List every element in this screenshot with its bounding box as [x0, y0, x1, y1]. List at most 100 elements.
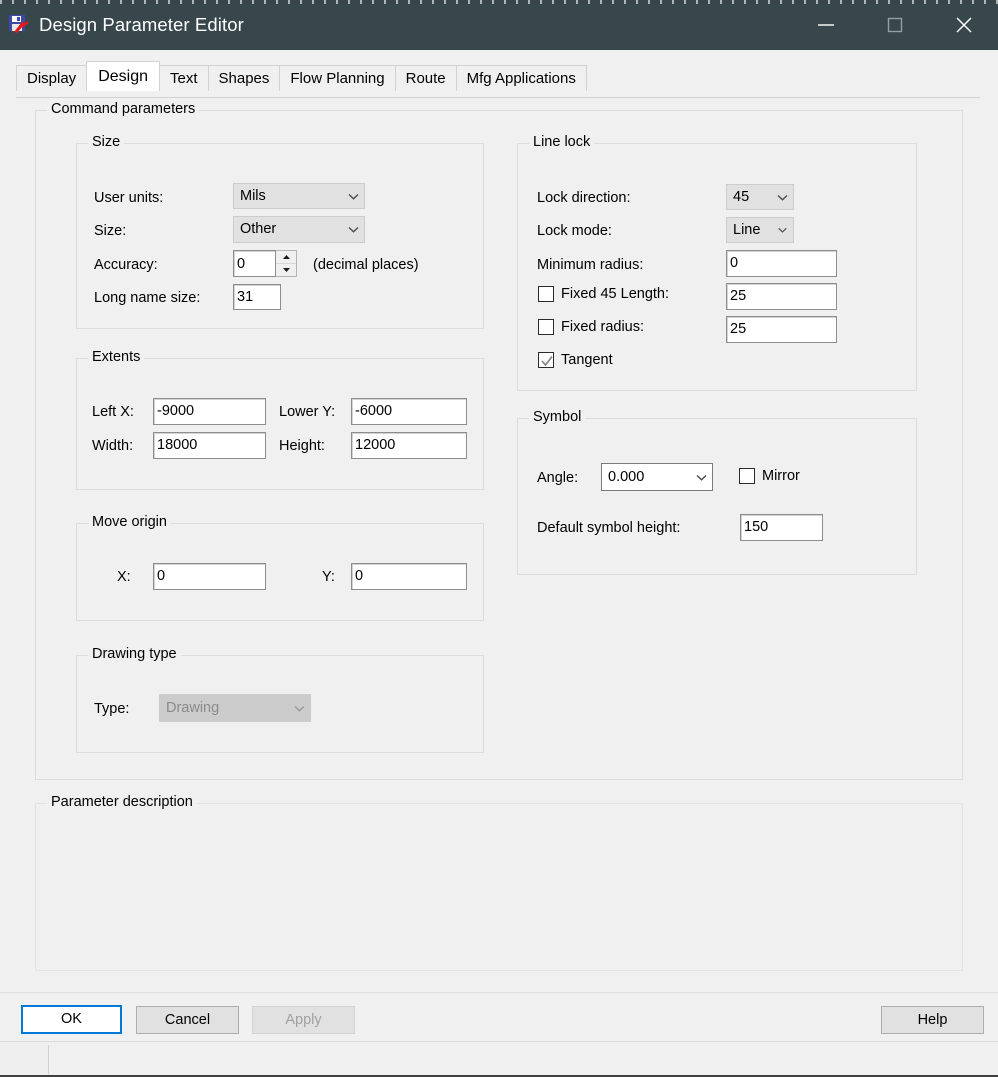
accuracy-input[interactable]: 0	[233, 250, 276, 277]
width-value: 18000	[157, 437, 198, 454]
lock-direction-combo[interactable]: 45	[726, 184, 794, 210]
user-units-combo[interactable]: Mils	[233, 183, 365, 209]
lock-mode-combo[interactable]: Line	[726, 217, 794, 243]
status-bar-panel	[49, 1043, 998, 1076]
size-value: Other	[240, 221, 277, 238]
titlebar-texture	[0, 0, 998, 4]
left-x-input[interactable]: -9000	[153, 398, 266, 425]
fixed-45-length-label: Fixed 45 Length:	[561, 285, 670, 302]
parameter-description-group: Parameter description	[35, 795, 963, 971]
symbol-group: Symbol	[517, 410, 917, 575]
user-units-value: Mils	[240, 187, 266, 204]
fixed-radius-input[interactable]: 25	[726, 316, 837, 343]
cancel-button-label: Cancel	[164, 1011, 211, 1028]
long-name-size-label: Long name size:	[94, 290, 201, 306]
tangent-checkbox[interactable]	[538, 352, 554, 368]
move-origin-y-input[interactable]: 0	[351, 563, 467, 590]
size-combo[interactable]: Other	[233, 216, 365, 243]
status-bar	[0, 1041, 998, 1077]
fixed-radius-value: 25	[730, 321, 747, 338]
long-name-size-value: 31	[237, 288, 254, 305]
left-x-label: Left X:	[92, 404, 134, 420]
fixed-radius-checkbox-row[interactable]: Fixed radius:	[538, 319, 644, 335]
parameter-description-legend: Parameter description	[47, 795, 197, 810]
height-value: 12000	[355, 437, 396, 454]
tab-route[interactable]: Route	[394, 65, 457, 91]
tab-design[interactable]: Design	[86, 61, 160, 91]
accuracy-value: 0	[237, 255, 246, 272]
line-lock-legend: Line lock	[529, 135, 595, 150]
lock-direction-label: Lock direction:	[537, 190, 631, 206]
move-origin-legend: Move origin	[88, 515, 171, 530]
fixed-45-length-value: 25	[730, 288, 747, 305]
apply-button-label: Apply	[285, 1011, 322, 1028]
tangent-checkbox-row[interactable]: Tangent	[538, 352, 613, 368]
spinner-down-icon[interactable]	[276, 264, 296, 277]
fixed-45-length-input[interactable]: 25	[726, 283, 837, 310]
help-button[interactable]: Help	[881, 1006, 984, 1034]
tab-mfg-applications-label: Mfg Applications	[466, 70, 576, 87]
drawing-type-combo: Drawing	[159, 694, 311, 722]
extents-legend: Extents	[88, 350, 145, 365]
drawing-type-label: Type:	[94, 701, 130, 717]
tab-design-label: Design	[98, 67, 148, 85]
symbol-legend: Symbol	[529, 410, 586, 425]
symbol-angle-combo[interactable]: 0.000	[601, 463, 713, 491]
default-symbol-height-input[interactable]: 150	[740, 514, 823, 541]
floppy-disk-icon	[8, 14, 30, 36]
size-label: Size:	[94, 223, 127, 239]
chevron-down-icon	[342, 192, 364, 201]
tangent-label: Tangent	[561, 351, 613, 368]
long-name-size-input[interactable]: 31	[233, 284, 281, 310]
command-parameters-legend: Command parameters	[47, 102, 200, 117]
chevron-down-icon	[771, 193, 793, 202]
fixed-45-length-checkbox[interactable]	[538, 286, 554, 302]
move-origin-x-label: X:	[117, 569, 131, 585]
maximize-button[interactable]	[860, 0, 929, 50]
checkmark-icon	[541, 355, 553, 367]
tab-underline	[16, 97, 980, 98]
status-bar-divider	[48, 1045, 49, 1074]
chevron-down-icon	[342, 225, 364, 234]
window-controls	[791, 0, 998, 50]
height-input[interactable]: 12000	[351, 432, 467, 459]
tab-text-label: Text	[170, 70, 198, 87]
close-button[interactable]	[929, 0, 998, 50]
tab-mfg-applications[interactable]: Mfg Applications	[455, 65, 587, 91]
fixed-45-length-checkbox-row[interactable]: Fixed 45 Length:	[538, 286, 669, 302]
footer-divider	[0, 992, 998, 993]
tab-flow-planning[interactable]: Flow Planning	[279, 65, 396, 91]
tab-text[interactable]: Text	[159, 65, 209, 91]
minimum-radius-input[interactable]: 0	[726, 250, 837, 277]
spinner-up-icon[interactable]	[276, 251, 296, 264]
width-input[interactable]: 18000	[153, 432, 266, 459]
accuracy-stepper[interactable]: 0	[233, 250, 297, 277]
tab-shapes-label: Shapes	[218, 70, 270, 87]
user-units-label: User units:	[94, 190, 164, 206]
fixed-radius-checkbox[interactable]	[538, 319, 554, 335]
move-origin-x-value: 0	[157, 568, 166, 585]
mirror-label: Mirror	[762, 467, 800, 484]
mirror-checkbox[interactable]	[739, 468, 755, 484]
accuracy-label: Accuracy:	[94, 257, 158, 273]
default-symbol-height-value: 150	[744, 519, 769, 536]
tab-display-label: Display	[27, 70, 77, 87]
title-bar: Design Parameter Editor	[0, 0, 998, 50]
accuracy-spin-buttons[interactable]	[276, 250, 297, 277]
tab-strip: Display Design Text Shapes Flow Planning…	[16, 61, 998, 91]
lower-y-input[interactable]: -6000	[351, 398, 467, 425]
minimum-radius-label: Minimum radius:	[537, 257, 644, 273]
minimize-button[interactable]	[791, 0, 860, 50]
default-symbol-height-label: Default symbol height:	[537, 520, 681, 536]
height-label: Height:	[279, 438, 325, 454]
symbol-angle-value: 0.000	[608, 468, 645, 485]
move-origin-y-value: 0	[355, 568, 364, 585]
mirror-checkbox-row[interactable]: Mirror	[739, 468, 800, 484]
ok-button[interactable]: OK	[21, 1005, 122, 1034]
fixed-radius-label: Fixed radius:	[561, 318, 645, 335]
lock-mode-value: Line	[733, 221, 761, 238]
tab-display[interactable]: Display	[16, 65, 88, 91]
cancel-button[interactable]: Cancel	[136, 1006, 239, 1034]
move-origin-x-input[interactable]: 0	[153, 563, 266, 590]
tab-shapes[interactable]: Shapes	[207, 65, 281, 91]
